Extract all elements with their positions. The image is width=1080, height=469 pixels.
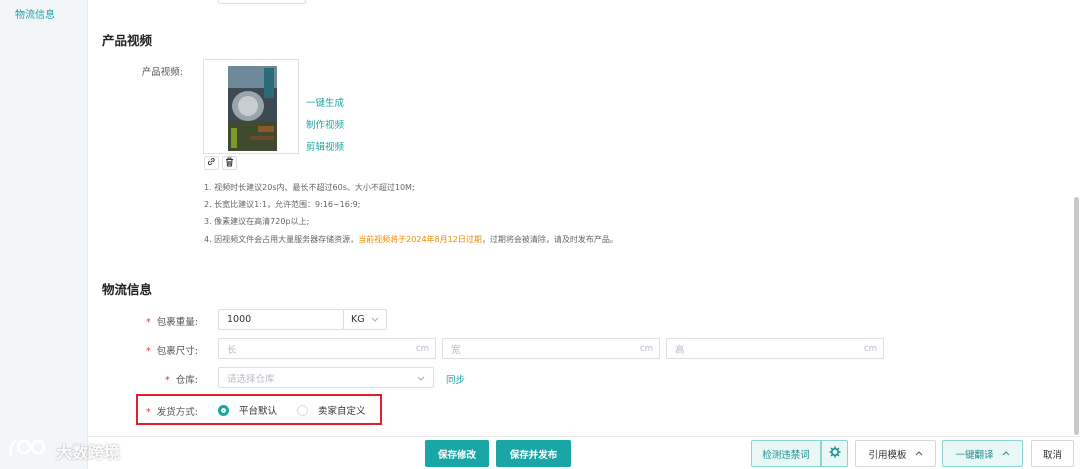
video-section-title: 产品视频 <box>102 33 153 48</box>
weight-input[interactable]: 1000 <box>218 309 344 330</box>
height-placeholder: 高 <box>675 344 685 356</box>
watermark-text: 大数跨境 <box>56 443 121 462</box>
check-words-settings-button[interactable] <box>821 440 848 467</box>
width-input[interactable]: 宽 cm <box>442 338 660 359</box>
chevron-down-icon <box>417 374 425 385</box>
logistics-section-title: 物流信息 <box>102 282 153 297</box>
check-prohibited-words-button[interactable]: 检测违禁词 <box>751 440 821 467</box>
weight-label: * 包裹重量: <box>120 314 198 328</box>
weight-label-text: 包裹重量: <box>156 317 198 328</box>
reference-template-button[interactable]: 引用模板 <box>855 440 936 467</box>
replace-video-button[interactable] <box>204 156 219 170</box>
video-tip-4: 4. 因视频文件会占用大量服务器存储资源，当前视频将于2024年8月12日过期，… <box>204 234 618 245</box>
size-label: * 包裹尺寸: <box>120 343 198 357</box>
watermark-logo-icon <box>8 437 48 465</box>
generate-video-link[interactable]: 一键生成 <box>306 95 344 109</box>
video-tip-1: 1. 视频时长建议20s内、最长不超过60s、大小不超过10M; <box>204 183 415 192</box>
sidebar-item-logistics[interactable]: 物流信息 <box>15 6 55 21</box>
delete-video-button[interactable] <box>222 156 237 170</box>
chevron-down-icon <box>371 315 379 326</box>
gear-icon <box>829 446 841 461</box>
save-button[interactable]: 保存修改 <box>425 440 489 467</box>
weight-unit-value: KG <box>351 314 365 325</box>
length-unit: cm <box>416 343 429 354</box>
video-tip-2: 2. 长宽比建议1:1，允许范围：9:16~16:9; <box>204 200 361 209</box>
length-input[interactable]: 长 cm <box>218 338 436 359</box>
video-thumbnail <box>228 66 277 151</box>
scrollbar[interactable] <box>1074 197 1079 435</box>
sidebar: 物流信息 <box>0 0 88 469</box>
width-placeholder: 宽 <box>451 344 461 356</box>
height-unit: cm <box>864 343 877 354</box>
warehouse-select[interactable]: 请选择仓库 <box>218 367 434 388</box>
chevron-up-icon <box>1002 448 1010 459</box>
trash-icon <box>225 157 234 170</box>
warehouse-sync-link[interactable]: 同步 <box>446 372 465 386</box>
one-click-translate-button[interactable]: 一键翻译 <box>942 440 1023 467</box>
watermark: 大数跨境 <box>8 436 120 466</box>
warehouse-label: * 仓库: <box>120 372 198 386</box>
warehouse-label-text: 仓库: <box>175 375 198 386</box>
required-mark: * <box>146 346 151 357</box>
video-expiry-warning: 当前视频将于2024年8月12日过期 <box>358 235 482 244</box>
width-unit: cm <box>640 343 653 354</box>
reference-template-label: 引用模板 <box>868 449 907 461</box>
required-mark: * <box>165 375 170 386</box>
video-tip-4-pre: 4. 因视频文件会占用大量服务器存储资源， <box>204 235 359 244</box>
make-video-link[interactable]: 制作视频 <box>306 117 344 131</box>
required-mark: * <box>146 317 151 328</box>
size-label-text: 包裹尺寸: <box>156 346 198 357</box>
chevron-up-icon <box>915 448 923 459</box>
weight-unit-select[interactable]: KG <box>343 309 387 330</box>
video-tip-3: 3. 像素建议在高清720p以上; <box>204 217 310 226</box>
weight-value: 1000 <box>227 314 252 325</box>
translate-label: 一键翻译 <box>955 449 994 461</box>
warehouse-placeholder: 请选择仓库 <box>227 373 275 385</box>
link-icon <box>207 157 216 169</box>
annotation-highlight-box <box>136 394 382 425</box>
video-field-label: 产品视频: <box>141 67 183 78</box>
cancel-button[interactable]: 取消 <box>1031 440 1074 467</box>
save-and-publish-button[interactable]: 保存并发布 <box>496 440 571 467</box>
previous-field-input[interactable] <box>218 0 306 4</box>
edit-video-link[interactable]: 剪辑视频 <box>306 139 344 153</box>
length-placeholder: 长 <box>227 344 237 356</box>
video-preview[interactable] <box>203 59 299 154</box>
video-tip-4-post: ，过期将会被清除，请及时发布产品。 <box>481 235 618 244</box>
height-input[interactable]: 高 cm <box>666 338 884 359</box>
